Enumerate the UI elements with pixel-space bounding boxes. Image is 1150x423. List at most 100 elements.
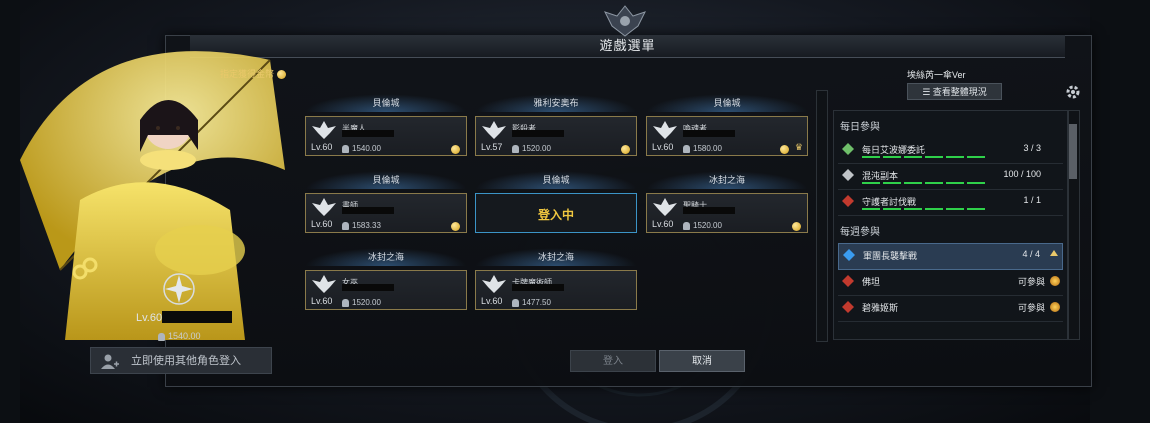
gold-coin-icon [276,70,286,80]
painter-icon [312,198,336,216]
server-name: 冰封之海 [475,248,637,266]
activity-name: 每日艾波娜委託 [862,145,926,155]
character-card[interactable]: 聖騎士 Lv.60 1520.00 [646,193,808,233]
character-slot[interactable]: 貝倫城 畫師 Lv.60 1583.33 [305,171,467,233]
helmet-icon [342,144,349,153]
activity-name: 守護者討伐戰 [862,197,917,207]
selected-level: Lv.60 [136,312,163,324]
cancel-button[interactable]: 取消 [659,350,745,372]
redacted-name [683,130,735,137]
activity-progress: 3 / 3 [1023,143,1041,153]
crown-icon: ♛ [794,142,803,152]
character-slot[interactable]: 冰封之海 女巫 Lv.60 1520.00 [305,248,467,310]
soul-caller-icon [653,121,677,139]
sorceress-icon [312,275,336,293]
character-level: Lv.60 [652,219,674,229]
character-slot[interactable]: 貝倫城 半魔人 Lv.60 1540.00 [305,94,467,156]
redacted-name [342,130,394,137]
login-status: 登入中 [537,208,574,222]
character-card[interactable]: 影殺者 Lv.57 1520.00 [475,116,637,156]
character-card[interactable]: 半魔人 Lv.60 1540.00 [305,116,467,156]
character-card[interactable]: 登入中 [475,193,637,233]
crest-icon [604,5,646,37]
item-level: 1580.00 [683,144,722,153]
redacted-name [342,207,394,214]
activity-row[interactable]: 碧雅姬斯 可參與 [838,296,1063,322]
activity-progress: 100 / 100 [1003,169,1041,179]
character-slot[interactable]: 冰封之海 聖騎士 Lv.60 1520.00 [646,171,808,233]
paladin-icon [653,198,677,216]
server-name: 貝倫城 [475,171,637,189]
guardian-raid-icon [842,195,854,207]
activity-name: 碧雅姬斯 [862,303,899,313]
redacted-name [162,311,232,323]
character-level: Lv.57 [481,142,503,152]
item-level: 1520.00 [683,221,722,230]
soul-caller-class-icon [163,273,195,305]
character-level: Lv.60 [481,296,503,306]
reward-gold-label: 指定獲得金幣 [220,67,286,80]
server-name: 貝倫城 [646,94,808,112]
item-level: 1583.33 [342,221,381,230]
selected-item-level: 1540.00 [158,331,201,341]
reward-icon [1050,302,1060,312]
slot-scrollbar[interactable] [816,90,828,342]
gear-icon[interactable] [1064,83,1082,101]
expand-up-icon[interactable] [1050,250,1058,256]
server-name: 貝倫城 [305,171,467,189]
character-slot[interactable]: 貝倫城 登入中 [475,171,637,233]
user-icon [101,354,119,369]
redacted-name [512,130,564,137]
login-button[interactable]: 登入 [570,350,656,372]
activity-row[interactable]: 守護者討伐戰 1 / 1 [838,190,1063,216]
progress-bar [862,156,985,158]
reward-icon [1050,276,1060,286]
activity-row[interactable]: 軍團長襲擊戰 4 / 4 [838,243,1063,270]
shadowhunter-icon [482,121,506,139]
raid-icon [842,301,854,313]
login-other-character-button[interactable]: 立即使用其他角色登入 [90,347,272,374]
character-card[interactable]: 畫師 Lv.60 1583.33 [305,193,467,233]
activity-row[interactable]: 每日艾波娜委託 3 / 3 [838,138,1063,164]
redacted-name [683,207,735,214]
server-name: 貝倫城 [305,94,467,112]
helmet-icon [512,144,519,153]
weekly-section-title: 每週參與 [840,227,880,238]
progress-bar [862,182,985,184]
activity-row[interactable]: 佛坦 可參與 [838,270,1063,296]
character-level: Lv.60 [311,296,333,306]
gold-coin-icon [780,145,789,154]
demon-hunter-icon [312,121,336,139]
activity-progress: 1 / 1 [1023,195,1041,205]
daily-section-title: 每日參與 [840,122,880,133]
activity-row[interactable]: 混沌副本 100 / 100 [838,164,1063,190]
helmet-icon [512,298,519,307]
character-card[interactable]: 卡牌魔術師 Lv.60 1477.50 [475,270,637,310]
activity-name: 佛坦 [862,277,881,287]
helmet-icon [342,298,349,307]
activity-scroll-thumb[interactable] [1069,124,1077,179]
chaos-icon [842,169,854,181]
character-level: Lv.60 [652,142,674,152]
raid-icon [842,275,854,287]
roster-name: 埃絲芮一傘Ver [907,70,966,80]
character-slot[interactable]: 貝倫城 喚魂者 Lv.60 1580.00 ♛ [646,94,808,156]
character-level: Lv.60 [311,142,333,152]
character-card[interactable]: 女巫 Lv.60 1520.00 [305,270,467,310]
activity-name: 軍團長襲擊戰 [863,251,918,261]
character-card[interactable]: 喚魂者 Lv.60 1580.00 ♛ [646,116,808,156]
gold-coin-icon [451,145,460,154]
item-level: 1540.00 [342,144,381,153]
activity-name: 混沌副本 [862,171,899,181]
guardian-icon [842,143,854,155]
orb-icon [843,249,855,261]
redacted-name [342,284,394,291]
gold-coin-icon [451,222,460,231]
character-slot[interactable]: 冰封之海卡牌魔術師 Lv.60 1477.50 [475,248,637,310]
view-overview-button[interactable]: ☰ 查看整體現況 [907,83,1002,100]
server-name: 雅利安奧布 [475,94,637,112]
helmet-icon [683,221,690,230]
arcanist-icon [482,275,506,293]
character-level: Lv.60 [311,219,333,229]
character-slot[interactable]: 雅利安奧布影殺者 Lv.57 1520.00 [475,94,637,156]
